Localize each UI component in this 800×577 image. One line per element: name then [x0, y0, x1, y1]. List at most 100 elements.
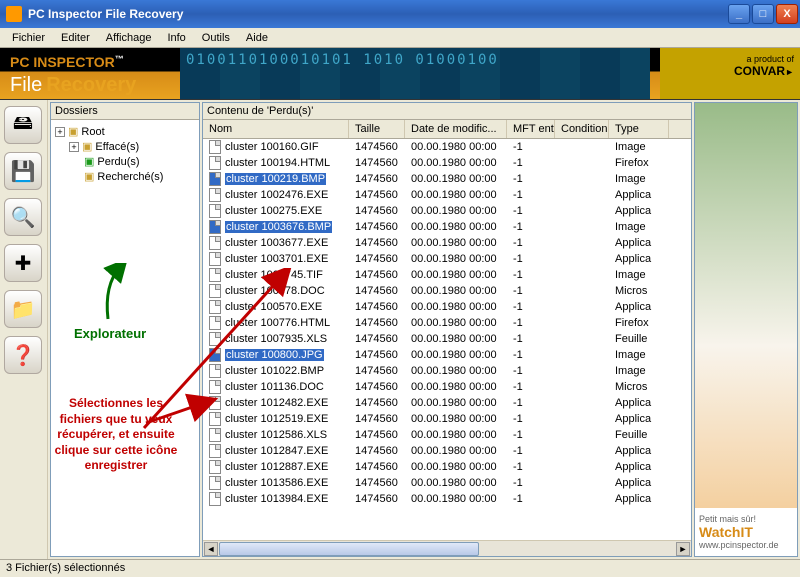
cell-date: 00.00.1980 00:00	[405, 493, 507, 505]
cell-taille: 1474560	[349, 397, 405, 409]
folder-icon: ▣	[82, 140, 92, 153]
tree-label: Perdu(s)	[97, 156, 139, 168]
tree-node-effacs[interactable]: +▣Effacé(s)	[53, 139, 197, 154]
tree-label: Root	[81, 126, 104, 138]
minimize-button[interactable]: _	[728, 4, 750, 24]
cell-taille: 1474560	[349, 381, 405, 393]
ad-image	[695, 103, 797, 508]
cell-mft: -1	[507, 461, 555, 473]
scroll-left-button[interactable]: ◄	[204, 542, 218, 556]
cell-mft: -1	[507, 205, 555, 217]
banner-file: File	[10, 74, 42, 97]
cell-mft: -1	[507, 237, 555, 249]
file-icon	[209, 236, 221, 250]
tree-node-root[interactable]: +▣Root	[53, 124, 197, 139]
scroll-right-button[interactable]: ►	[676, 542, 690, 556]
table-row[interactable]: cluster 1002476.EXE147456000.00.1980 00:…	[203, 187, 691, 203]
expand-icon[interactable]: +	[69, 142, 79, 152]
cell-type: Image	[609, 349, 669, 361]
tree-node-recherchs[interactable]: ▣Recherché(s)	[53, 169, 197, 184]
cell-date: 00.00.1980 00:00	[405, 349, 507, 361]
cell-type: Applica	[609, 445, 669, 457]
cell-nom: cluster 1002476.EXE	[225, 189, 328, 201]
cell-date: 00.00.1980 00:00	[405, 173, 507, 185]
cell-mft: -1	[507, 269, 555, 281]
banner-recovery: Recovery	[46, 74, 136, 97]
col-nom[interactable]: Nom	[203, 120, 349, 138]
file-icon	[209, 204, 221, 218]
file-icon	[209, 156, 221, 170]
cell-date: 00.00.1980 00:00	[405, 333, 507, 345]
table-row[interactable]: cluster 1012887.EXE147456000.00.1980 00:…	[203, 459, 691, 475]
cell-mft: -1	[507, 413, 555, 425]
tree-label: Recherché(s)	[97, 171, 163, 183]
cell-taille: 1474560	[349, 429, 405, 441]
banner-convar: a product ofCONVAR►	[660, 48, 800, 99]
file-icon	[209, 172, 221, 186]
cell-date: 00.00.1980 00:00	[405, 141, 507, 153]
cell-date: 00.00.1980 00:00	[405, 445, 507, 457]
table-row[interactable]: cluster 1013984.EXE147456000.00.1980 00:…	[203, 491, 691, 507]
recover-button[interactable]: ✚	[4, 244, 42, 282]
table-row[interactable]: cluster 100219.BMP 147456000.00.1980 00:0…	[203, 171, 691, 187]
cell-mft: -1	[507, 381, 555, 393]
table-row[interactable]: cluster 1003701.EXE147456000.00.1980 00:…	[203, 251, 691, 267]
folder-button[interactable]: 📁	[4, 290, 42, 328]
toolbar: 🖴 💾 🔍 ✚ 📁 ❓	[0, 100, 48, 559]
table-row[interactable]: cluster 1013586.EXE147456000.00.1980 00:…	[203, 475, 691, 491]
menu-info[interactable]: Info	[159, 30, 193, 46]
cell-type: Image	[609, 173, 669, 185]
cell-type: Firefox	[609, 157, 669, 169]
scroll-thumb[interactable]	[219, 542, 479, 556]
menu-outils[interactable]: Outils	[194, 30, 238, 46]
search-button[interactable]: 🔍	[4, 198, 42, 236]
file-icon	[209, 476, 221, 490]
cell-type: Applica	[609, 253, 669, 265]
expand-icon[interactable]: +	[55, 127, 65, 137]
cell-date: 00.00.1980 00:00	[405, 269, 507, 281]
menu-aide[interactable]: Aide	[238, 30, 276, 46]
folder-icon: ▣	[84, 170, 94, 183]
banner-pc: PC	[10, 54, 29, 70]
cell-taille: 1474560	[349, 413, 405, 425]
col-condition[interactable]: Condition	[555, 120, 609, 138]
cell-mft: -1	[507, 349, 555, 361]
cell-date: 00.00.1980 00:00	[405, 317, 507, 329]
file-icon	[209, 492, 221, 506]
cell-type: Micros	[609, 285, 669, 297]
status-bar: 3 Fichier(s) sélectionnés	[0, 559, 800, 577]
menu-editer[interactable]: Editer	[53, 30, 98, 46]
col-date[interactable]: Date de modific...	[405, 120, 507, 138]
horizontal-scrollbar[interactable]: ◄ ►	[203, 540, 691, 556]
table-row[interactable]: cluster 1003676.BMP147456000.00.1980 00:…	[203, 219, 691, 235]
open-drive-button[interactable]: 🖴	[4, 106, 42, 144]
cell-mft: -1	[507, 285, 555, 297]
cell-type: Applica	[609, 237, 669, 249]
cell-nom: cluster 1003677.EXE	[225, 237, 328, 249]
menu-affichage[interactable]: Affichage	[98, 30, 160, 46]
col-type[interactable]: Type	[609, 120, 669, 138]
col-mft[interactable]: MFT entry	[507, 120, 555, 138]
table-row[interactable]: cluster 100194.HTML147456000.00.1980 00:…	[203, 155, 691, 171]
cell-type: Applica	[609, 189, 669, 201]
close-button[interactable]: X	[776, 4, 798, 24]
cell-date: 00.00.1980 00:00	[405, 285, 507, 297]
cell-nom: cluster 100275.EXE	[225, 205, 322, 217]
cell-nom: cluster 100219.BMP	[225, 173, 326, 185]
table-row[interactable]: cluster 100275.EXE147456000.00.1980 00:0…	[203, 203, 691, 219]
tree-node-perdus[interactable]: ▣Perdu(s)	[53, 154, 197, 169]
save-button[interactable]: 💾	[4, 152, 42, 190]
cell-taille: 1474560	[349, 173, 405, 185]
cell-taille: 1474560	[349, 157, 405, 169]
col-taille[interactable]: Taille	[349, 120, 405, 138]
file-icon	[209, 460, 221, 474]
file-icon	[209, 140, 221, 154]
help-button[interactable]: ❓	[4, 336, 42, 374]
menu-fichier[interactable]: Fichier	[4, 30, 53, 46]
table-row[interactable]: cluster 1003677.EXE147456000.00.1980 00:…	[203, 235, 691, 251]
cell-type: Image	[609, 269, 669, 281]
app-icon	[6, 6, 22, 22]
maximize-button[interactable]: □	[752, 4, 774, 24]
table-row[interactable]: cluster 100160.GIF147456000.00.1980 00:0…	[203, 139, 691, 155]
banner-tm: ™	[115, 54, 124, 64]
